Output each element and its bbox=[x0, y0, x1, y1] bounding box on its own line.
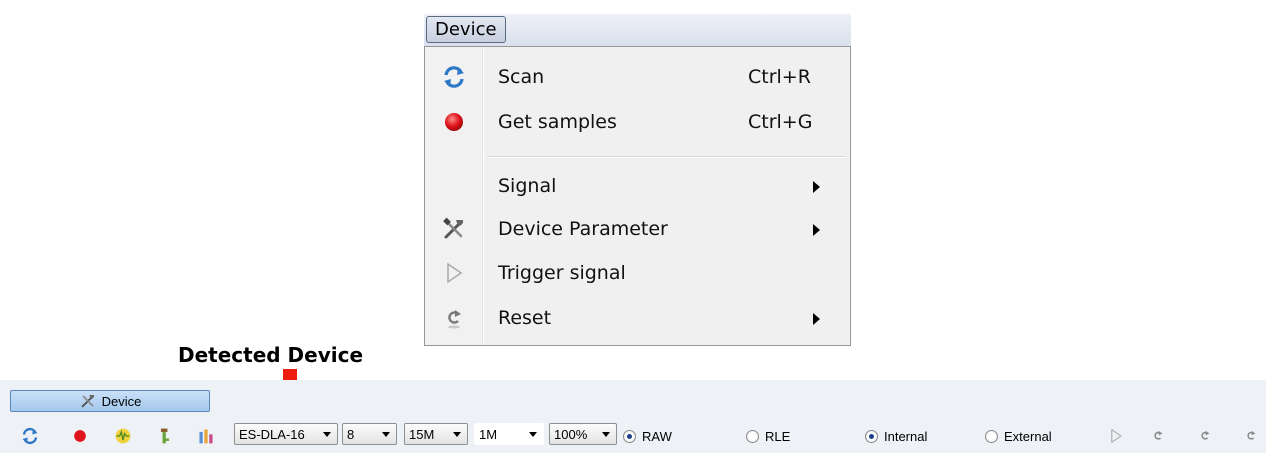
menu-item-get-samples[interactable]: Get samples Ctrl+G bbox=[425, 101, 850, 145]
submenu-arrow-icon bbox=[813, 224, 820, 236]
chevron-down-icon bbox=[382, 432, 390, 437]
sample-rate-select-value: 15M bbox=[409, 427, 435, 442]
menu-item-device-parameter[interactable]: Device Parameter bbox=[425, 208, 850, 252]
device-tab[interactable]: Device bbox=[10, 390, 210, 412]
menu-item-label: Trigger signal bbox=[498, 262, 626, 284]
tools-icon bbox=[81, 395, 94, 408]
tools-icon bbox=[160, 428, 170, 444]
channels-select-value: 8 bbox=[347, 427, 355, 442]
radio-button bbox=[865, 429, 878, 443]
chart-button[interactable] bbox=[196, 426, 216, 446]
get-samples-button[interactable] bbox=[70, 426, 90, 446]
clock-external-label: External bbox=[1004, 428, 1052, 444]
refresh-icon bbox=[441, 64, 467, 90]
sample-depth-select[interactable]: 1M bbox=[474, 423, 544, 445]
device-menu-button[interactable]: Device bbox=[426, 16, 506, 43]
radio-button bbox=[746, 429, 759, 443]
menu-item-label: Device Parameter bbox=[498, 218, 668, 240]
clock-internal-label: Internal bbox=[884, 428, 928, 444]
menu-item-label: Signal bbox=[498, 175, 557, 197]
reset-button-2[interactable] bbox=[1195, 426, 1215, 446]
reset-icon bbox=[1247, 430, 1256, 440]
signal-icon bbox=[115, 428, 131, 444]
scan-button[interactable] bbox=[20, 426, 40, 446]
menu-item-label: Reset bbox=[498, 307, 552, 329]
record-icon bbox=[74, 430, 86, 442]
menu-item-trigger-signal[interactable]: Trigger signal bbox=[425, 252, 850, 296]
menu-separator bbox=[487, 156, 845, 158]
menu-item-signal[interactable]: Signal bbox=[425, 165, 850, 209]
reset-icon bbox=[1154, 430, 1163, 440]
clock-external-radio[interactable]: External bbox=[985, 428, 1052, 444]
menu-item-reset[interactable]: Reset bbox=[425, 297, 850, 341]
chevron-down-icon bbox=[453, 432, 461, 437]
chevron-down-icon bbox=[602, 432, 610, 437]
reset-icon bbox=[441, 305, 467, 331]
mode-rle-label: RLE bbox=[765, 428, 791, 444]
tools-icon bbox=[441, 216, 467, 242]
play-icon bbox=[441, 260, 467, 286]
sample-rate-select[interactable]: 15M bbox=[404, 423, 468, 445]
reset-button-1[interactable] bbox=[1148, 426, 1168, 446]
device-select-value: ES-DLA-16 bbox=[239, 427, 305, 442]
submenu-arrow-icon bbox=[813, 313, 820, 325]
mode-raw-label: RAW bbox=[642, 428, 672, 444]
reset-button-3[interactable] bbox=[1241, 426, 1261, 446]
chart-icon bbox=[199, 429, 213, 444]
reset-icon bbox=[1201, 430, 1210, 440]
mode-rle-radio[interactable]: RLE bbox=[746, 428, 790, 444]
device-menu: Scan Ctrl+R Get samples Ctrl+G Signal De… bbox=[424, 46, 851, 346]
menu-bar: Device bbox=[424, 14, 851, 46]
play-icon bbox=[1111, 428, 1122, 444]
chevron-down-icon bbox=[323, 432, 331, 437]
parameter-button[interactable] bbox=[155, 426, 175, 446]
submenu-arrow-icon bbox=[813, 181, 820, 193]
chevron-down-icon bbox=[529, 432, 537, 437]
zoom-select[interactable]: 100% bbox=[549, 423, 617, 445]
trigger-button[interactable] bbox=[1106, 426, 1126, 446]
annotation-label: Detected Device bbox=[178, 343, 364, 367]
radio-button bbox=[623, 429, 636, 443]
refresh-icon bbox=[22, 427, 38, 445]
menu-item-label: Scan bbox=[498, 66, 545, 88]
channels-select[interactable]: 8 bbox=[342, 423, 397, 445]
device-tab-label: Device bbox=[101, 393, 142, 409]
menu-item-shortcut: Ctrl+R bbox=[748, 66, 811, 88]
menu-item-shortcut: Ctrl+G bbox=[748, 111, 813, 133]
menu-item-scan[interactable]: Scan Ctrl+R bbox=[425, 56, 850, 100]
menu-item-label: Get samples bbox=[498, 111, 617, 133]
radio-button bbox=[985, 429, 998, 443]
device-select[interactable]: ES-DLA-16 bbox=[234, 423, 338, 445]
signal-button[interactable] bbox=[113, 426, 133, 446]
sample-depth-select-value: 1M bbox=[479, 427, 498, 442]
zoom-select-value: 100% bbox=[554, 427, 588, 442]
mode-raw-radio[interactable]: RAW bbox=[623, 428, 672, 444]
clock-internal-radio[interactable]: Internal bbox=[865, 428, 927, 444]
record-icon bbox=[441, 109, 467, 135]
